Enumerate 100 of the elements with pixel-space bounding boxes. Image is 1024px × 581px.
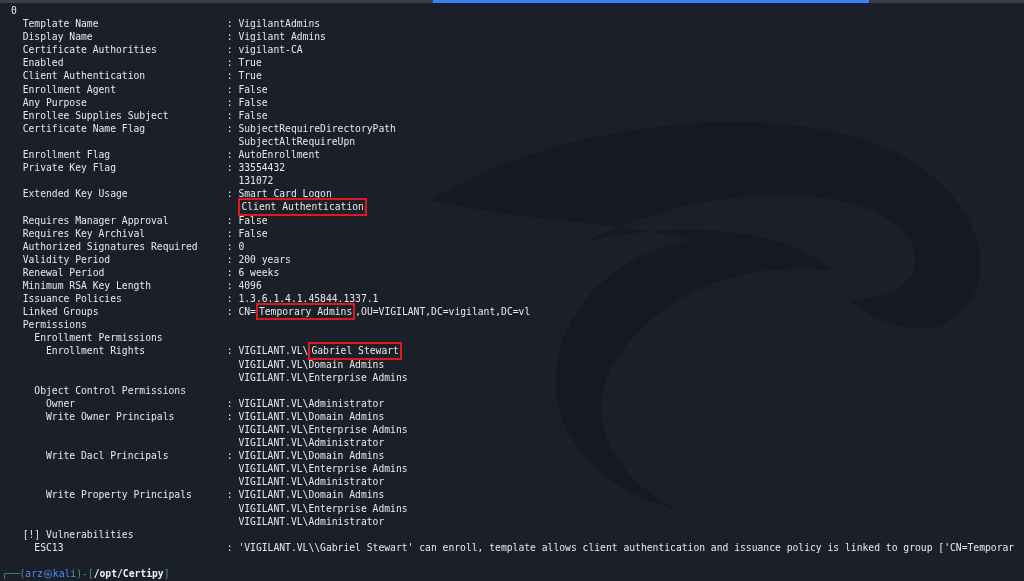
field-label: Write Dacl Principals (46, 450, 169, 462)
separator-text: : (226, 109, 233, 121)
value-text: VIGILANT.VL\Domain Admins (238, 357, 385, 371)
value-text: 131072 (238, 174, 274, 188)
field-label: Template Name (22, 18, 99, 30)
separator-text: : (226, 31, 233, 43)
value-text: Smart Card Logon (238, 187, 332, 201)
field-label: Certificate Authorities (22, 44, 157, 56)
field-label: Display Name (22, 31, 93, 43)
field-label: Object Control Permissions (34, 384, 186, 396)
value-text: 4096 (238, 278, 262, 293)
separator-text: : (226, 450, 233, 462)
value-text: vigilant-CA (238, 43, 303, 57)
value-text: VIGILANT.VL\ (238, 344, 309, 358)
field-label: Enrollment Permissions (34, 332, 163, 344)
separator-text: : (226, 293, 233, 305)
value-text: False (238, 108, 268, 122)
separator-text: : (226, 18, 233, 30)
value-text: 200 years (238, 252, 291, 266)
field-label: Any Purpose (22, 96, 87, 108)
value-text: VIGILANT.VL\Administrator (238, 436, 385, 450)
field-label: Renewal Period (22, 266, 105, 278)
value-text: AutoEnrollment (238, 148, 321, 162)
separator-text: : (226, 266, 233, 278)
field-label: Authorized Signatures Required (22, 240, 198, 252)
separator-text: : (226, 149, 233, 161)
separator-text: : (226, 410, 233, 422)
separator-text: : (226, 541, 233, 553)
value-text: VIGILANT.VL\Administrator (238, 475, 385, 489)
value-text: VIGILANT.VL\Domain Admins (238, 488, 385, 502)
value-text: VIGILANT.VL\Enterprise Admins (238, 501, 408, 515)
value-text: True (238, 69, 262, 83)
highlighted-text: Client Authentication (238, 198, 367, 216)
terminal-tab[interactable] (433, 0, 869, 3)
field-label: Enrollee Supplies Subject (22, 109, 169, 121)
separator-text: : (226, 188, 233, 200)
field-label: Certificate Name Flag (22, 122, 146, 134)
separator-text: : (226, 306, 233, 318)
separator-text: : (226, 162, 233, 174)
value-text: VIGILANT.VL\Enterprise Admins (238, 423, 408, 437)
highlighted-text: Temporary Admins (255, 303, 356, 321)
field-label: Enrollment Agent (22, 83, 116, 95)
value-text: VIGILANT.VL\Administrator (238, 514, 385, 528)
field-label: Validity Period (22, 253, 111, 265)
prompt-text: ┌──( (2, 566, 26, 581)
field-label: Linked Groups (22, 306, 99, 318)
separator-text: : (226, 489, 233, 501)
value-text: VigilantAdmins (238, 17, 321, 31)
field-label: Enrollment Flag (22, 149, 111, 161)
separator-text: : (226, 214, 233, 226)
field-label: Issuance Policies (22, 293, 122, 305)
field-label: Requires Manager Approval (22, 214, 169, 226)
value-text: 33554432 (238, 161, 286, 175)
value-text: Vigilant Admins (238, 30, 326, 44)
separator-text: : (226, 44, 233, 56)
value-text: ,OU=VIGILANT,DC=vigilant,DC=vl (355, 305, 531, 319)
value-text: VIGILANT.VL\Administrator (238, 396, 385, 410)
field-label: Enrollment Rights (46, 345, 146, 357)
separator-text: : (226, 240, 233, 252)
field-label: Write Property Principals (46, 489, 192, 501)
separator-text: : (226, 345, 233, 357)
field-label: Client Authentication (22, 70, 146, 82)
separator-text: : (226, 57, 233, 69)
value-text: False (238, 95, 268, 109)
value-text: False (238, 213, 268, 227)
prompt-text: /opt/Certipy (93, 566, 164, 581)
prompt-text: )-[ (76, 566, 94, 581)
field-label: Write Owner Principals (46, 410, 175, 422)
value-text: False (238, 226, 268, 240)
separator-text: : (226, 70, 233, 82)
separator-text: : (226, 122, 233, 134)
field-label: Enabled (22, 57, 64, 69)
value-text: SubjectRequireDirectoryPath (238, 121, 396, 135)
field-label: Private Key Flag (22, 162, 116, 174)
value-text: VIGILANT.VL\Enterprise Admins (238, 370, 408, 384)
field-label: ESC13 (34, 541, 64, 553)
index-text: 0 (11, 4, 18, 18)
value-text: SubjectAltRequireUpn (238, 134, 356, 149)
field-label: Minimum RSA Key Length (22, 279, 151, 291)
separator-text: : (226, 96, 233, 108)
field-label: Requires Key Archival (22, 227, 146, 239)
field-label: Owner (46, 397, 76, 409)
highlighted-text: Gabriel Stewart (308, 342, 402, 360)
value-text: 'VIGILANT.VL\\Gabriel Stewart' can enroll, template allows client authentication and issuance policy is linked to group ['CN=Temporar (238, 540, 1015, 554)
separator-text: : (226, 279, 233, 291)
separator-text: : (226, 227, 233, 239)
field-label: Permissions (22, 319, 87, 331)
value-text: True (238, 56, 262, 70)
value-text: 1.3.6.1.4.1.45844.1337.1 (238, 292, 379, 306)
prompt-text: ] (163, 566, 170, 581)
value-text: 6 weeks (238, 265, 280, 279)
separator-text: : (226, 253, 233, 265)
value-text: False (238, 82, 268, 96)
separator-text: : (226, 83, 233, 95)
value-text: 0 (238, 239, 245, 253)
value-text: VIGILANT.VL\Domain Admins (238, 449, 385, 463)
field-label: Extended Key Usage (22, 188, 128, 200)
separator-text: : (226, 397, 233, 409)
value-text: VIGILANT.VL\Enterprise Admins (238, 462, 408, 476)
value-text: CN= (238, 305, 256, 319)
